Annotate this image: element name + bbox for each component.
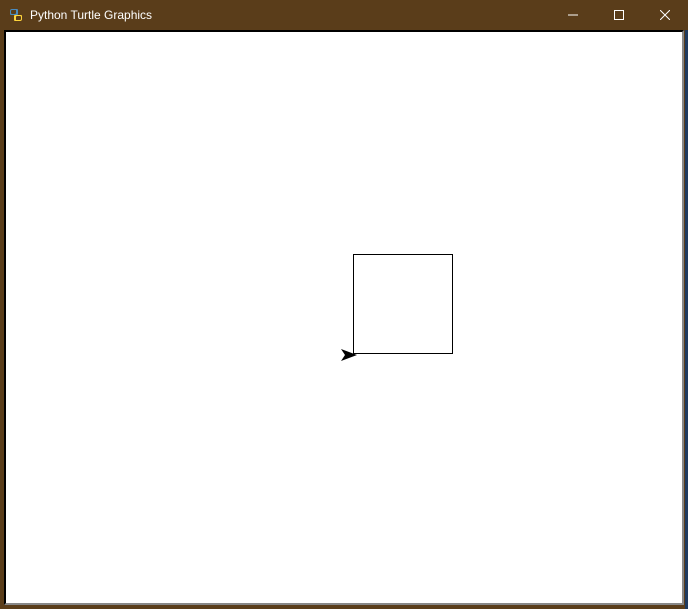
- app-window: Python Turtle Graphics: [0, 0, 688, 609]
- titlebar[interactable]: Python Turtle Graphics: [0, 0, 688, 30]
- close-icon: [660, 10, 670, 20]
- window-title: Python Turtle Graphics: [30, 8, 550, 22]
- client-area: [0, 30, 688, 609]
- drawn-square: [353, 254, 453, 354]
- minimize-icon: [568, 10, 578, 20]
- minimize-button[interactable]: [550, 0, 596, 30]
- maximize-icon: [614, 10, 624, 20]
- maximize-button[interactable]: [596, 0, 642, 30]
- turtle-cursor: [341, 348, 357, 366]
- canvas-frame: [4, 30, 684, 605]
- python-tk-icon: [8, 7, 24, 23]
- turtle-canvas: [6, 32, 682, 603]
- window-controls: [550, 0, 688, 30]
- close-button[interactable]: [642, 0, 688, 30]
